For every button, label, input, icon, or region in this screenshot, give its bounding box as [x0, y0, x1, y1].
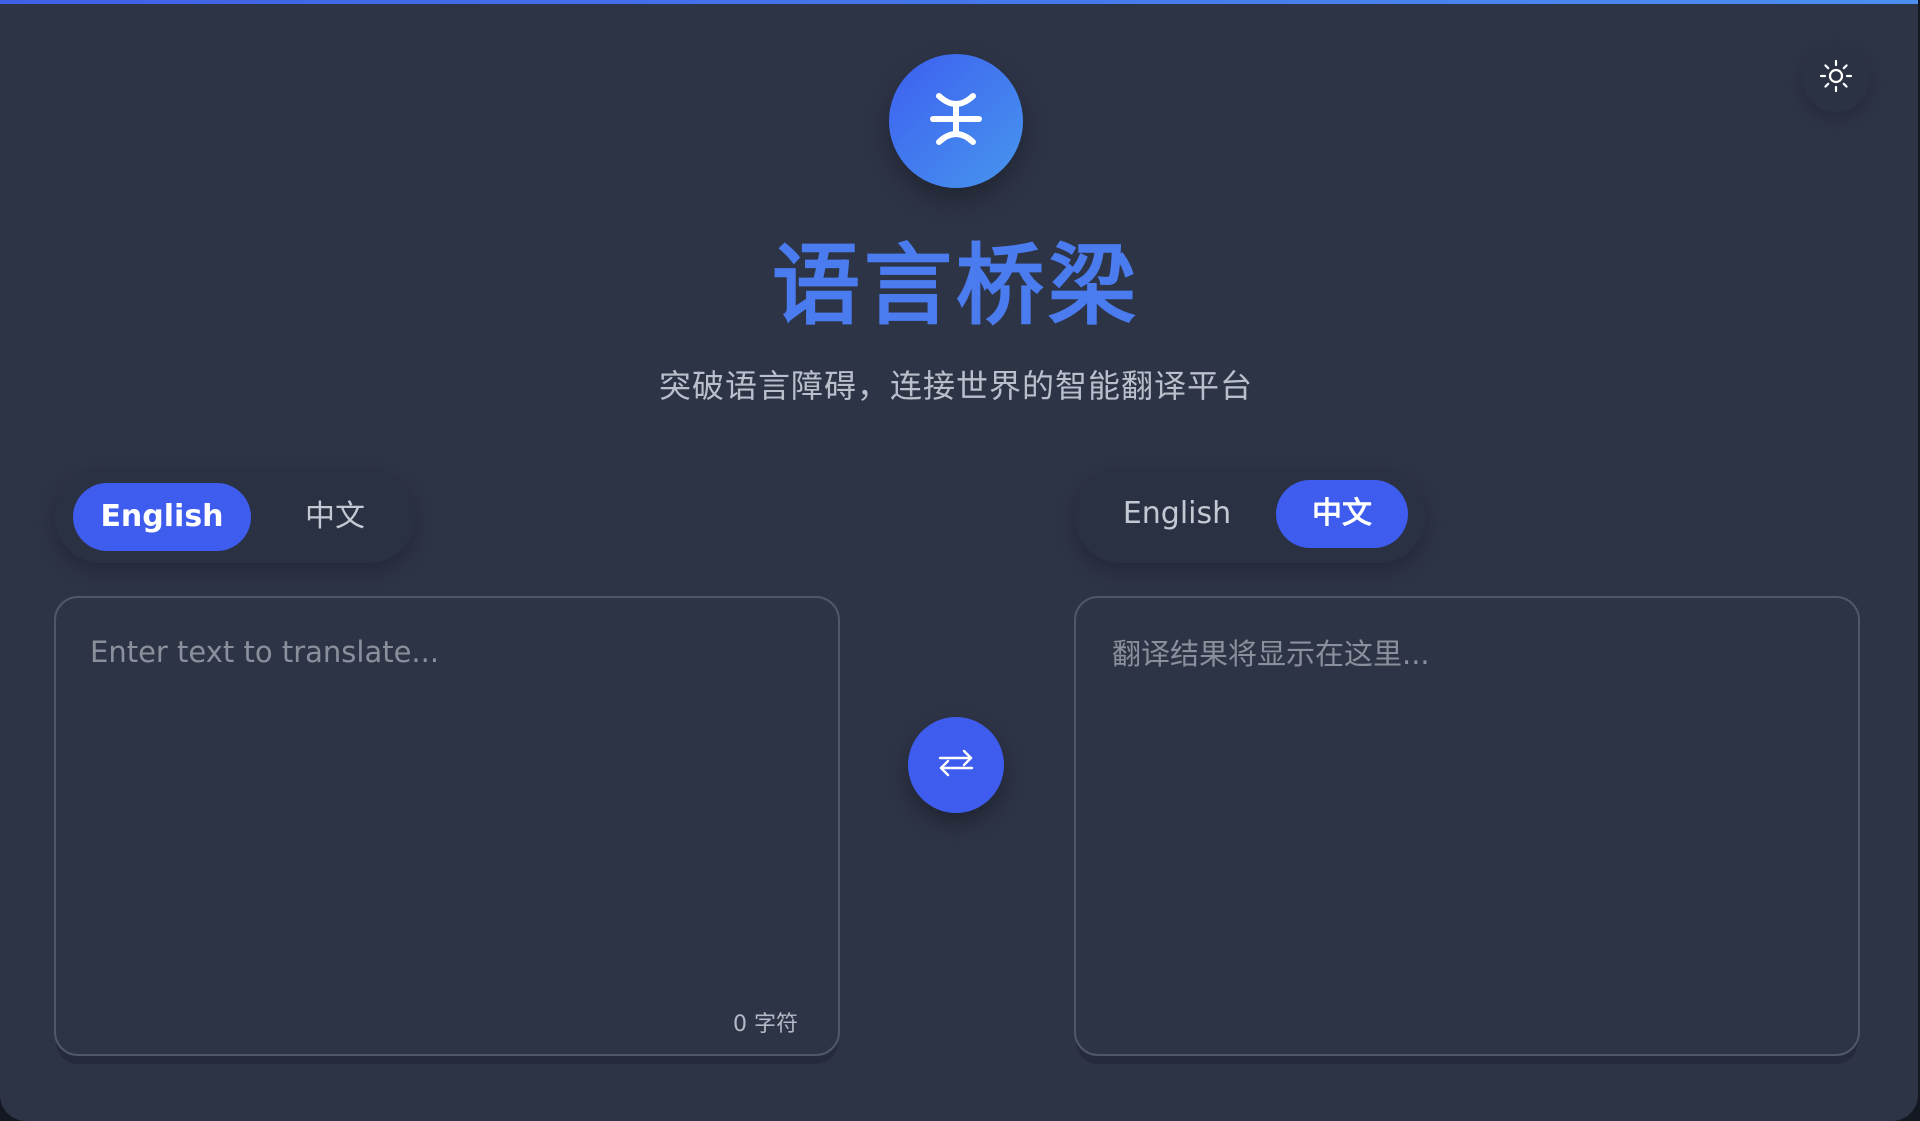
sun-icon [1819, 59, 1853, 97]
source-text-input[interactable] [90, 632, 800, 972]
theme-toggle-button[interactable] [1802, 44, 1870, 112]
target-lang-chinese[interactable]: 中文 [1276, 480, 1408, 548]
source-panel: 0 字符 [54, 596, 840, 1056]
target-lang-english[interactable]: English [1098, 480, 1256, 548]
translation-output: 翻译结果将显示在这里... [1112, 637, 1430, 671]
char-count: 0 字符 [733, 1012, 798, 1037]
app-window: 语言桥梁 突破语言障碍，连接世界的智能翻译平台 English 中文 Engli… [0, 0, 1918, 1121]
source-lang-chinese[interactable]: 中文 [273, 483, 397, 551]
app-logo [889, 54, 1023, 188]
app-title: 语言桥梁 [771, 234, 1140, 337]
translate-logo-icon [927, 90, 985, 152]
swap-languages-button[interactable] [908, 717, 1004, 813]
top-accent-bar [0, 0, 1918, 4]
app-subtitle: 突破语言障碍，连接世界的智能翻译平台 [658, 367, 1253, 405]
target-panel: 翻译结果将显示在这里... [1074, 596, 1860, 1056]
source-language-switch: English 中文 [54, 469, 416, 563]
target-language-switch: English 中文 [1074, 469, 1426, 563]
swap-arrows-icon [936, 747, 976, 783]
source-lang-english[interactable]: English [73, 483, 251, 551]
